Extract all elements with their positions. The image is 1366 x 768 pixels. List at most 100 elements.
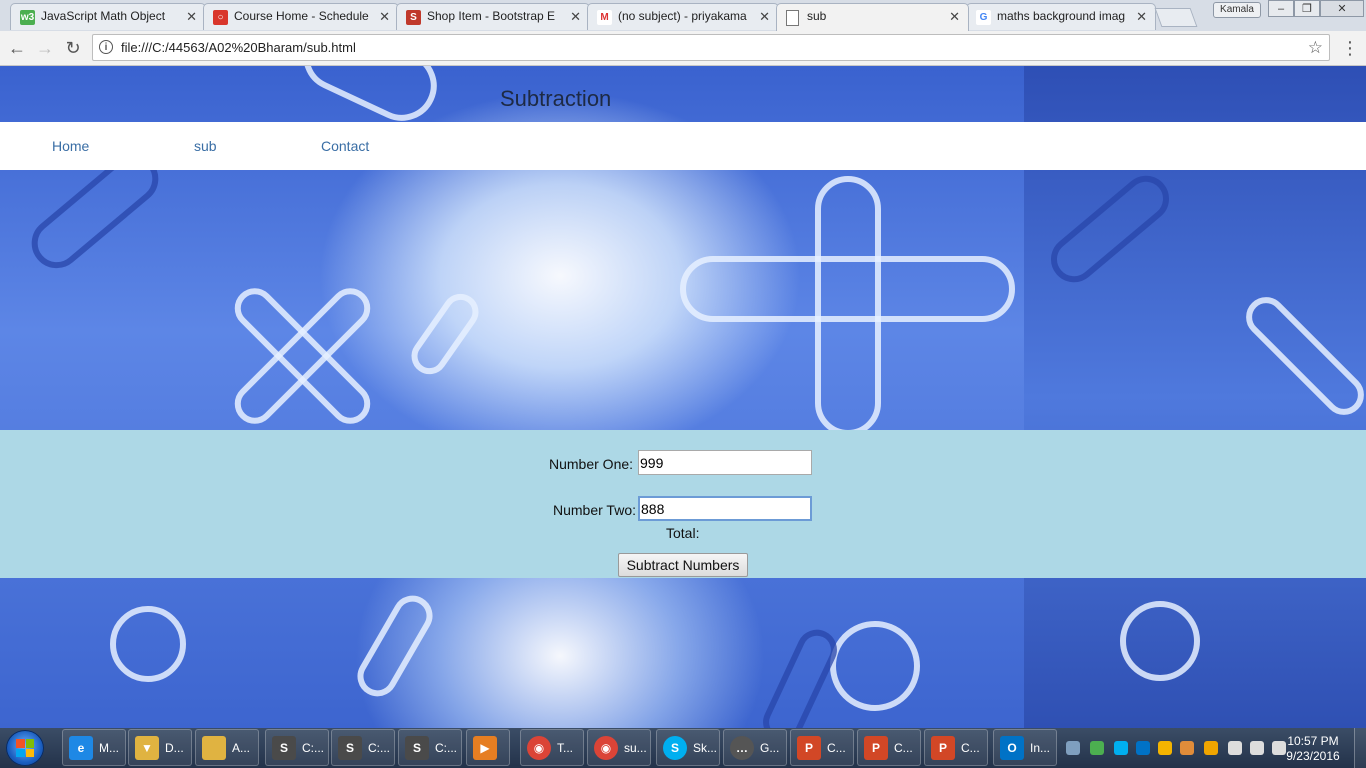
taskbar-item[interactable]: S Sk... bbox=[656, 729, 720, 766]
taskbar-item[interactable]: A... bbox=[195, 729, 259, 766]
bootstrap-s-icon: S bbox=[406, 10, 421, 25]
taskbar-item[interactable]: P C... bbox=[790, 729, 854, 766]
subtract-numbers-button[interactable]: Subtract Numbers bbox=[618, 553, 748, 577]
tab-4[interactable]: sub ✕ bbox=[776, 3, 969, 31]
page-title: Subtraction bbox=[500, 86, 612, 111]
number-one-input[interactable] bbox=[638, 450, 812, 475]
bookmark-star-icon[interactable]: ☆ bbox=[1308, 35, 1323, 60]
tab-3[interactable]: M (no subject) - priyakama ✕ bbox=[587, 3, 779, 30]
taskbar-item-label: su... bbox=[624, 741, 647, 755]
minimize-icon[interactable]: ‒ bbox=[1268, 0, 1294, 17]
sublime-icon: S bbox=[405, 736, 429, 760]
back-icon[interactable]: ← bbox=[5, 36, 29, 60]
page-header: Subtraction bbox=[0, 66, 1366, 122]
taskbar-item[interactable]: ▶ bbox=[466, 729, 510, 766]
tab-0[interactable]: w3 JavaScript Math Object ✕ bbox=[10, 3, 206, 30]
outlook-icon: O bbox=[1000, 736, 1024, 760]
media-player-icon: ▶ bbox=[473, 736, 497, 760]
close-window-icon[interactable]: ✕ bbox=[1320, 0, 1364, 17]
tab-5[interactable]: Gmaths background imag ✕ bbox=[966, 3, 1156, 30]
profile-badge[interactable]: Kamala bbox=[1213, 2, 1261, 18]
background-shape bbox=[1120, 601, 1200, 681]
chrome-icon: ◉ bbox=[527, 736, 551, 760]
folder-download-icon: ▼ bbox=[135, 736, 159, 760]
close-tab-icon[interactable]: ✕ bbox=[379, 4, 390, 29]
tab-title: sub bbox=[807, 9, 827, 23]
page-icon bbox=[786, 10, 799, 26]
close-tab-icon[interactable]: ✕ bbox=[759, 4, 770, 29]
clock[interactable]: 10:57 PM 9/23/2016 bbox=[1278, 734, 1348, 764]
sublime-icon: S bbox=[272, 736, 296, 760]
battery-tray-icon[interactable] bbox=[1228, 741, 1242, 755]
clock-time: 10:57 PM bbox=[1287, 734, 1339, 748]
tab-title: Course Home - Schedule bbox=[234, 9, 369, 23]
tab-1[interactable]: ○ Course Home - Schedule ✕ bbox=[203, 3, 399, 30]
signal-tray-icon[interactable] bbox=[1250, 741, 1264, 755]
number-one-label: Number One: bbox=[549, 456, 634, 472]
tab-title: JavaScript Math Object bbox=[41, 9, 166, 23]
windows-logo-icon bbox=[16, 739, 34, 757]
new-tab-button[interactable] bbox=[1154, 8, 1198, 27]
restore-icon[interactable]: ❐ bbox=[1294, 0, 1320, 17]
tab-title: maths background imag bbox=[997, 9, 1126, 23]
google-icon: G bbox=[976, 10, 991, 25]
cloud-tray-icon[interactable] bbox=[1180, 741, 1194, 755]
taskbar-item[interactable]: e M... bbox=[62, 729, 126, 766]
taskbar-item[interactable]: ▼ D... bbox=[128, 729, 192, 766]
nav-link-sub[interactable]: sub bbox=[194, 138, 217, 154]
taskbar-item[interactable]: S C:... bbox=[331, 729, 395, 766]
reload-icon[interactable]: ↻ bbox=[61, 36, 85, 60]
network-tray-icon[interactable] bbox=[1066, 741, 1080, 755]
taskbar-item-label: A... bbox=[232, 741, 251, 755]
taskbar-item[interactable]: O In... bbox=[993, 729, 1057, 766]
nav-link-contact[interactable]: Contact bbox=[321, 138, 369, 154]
taskbar-item-label: G... bbox=[760, 741, 780, 755]
show-desktop-button[interactable] bbox=[1354, 728, 1366, 768]
subtraction-form: Number One: Number Two: Total: Subtract … bbox=[0, 430, 1366, 578]
forward-icon[interactable]: → bbox=[33, 36, 57, 60]
taskbar-item-label: T... bbox=[557, 741, 574, 755]
number-two-input[interactable] bbox=[638, 496, 812, 521]
close-tab-icon[interactable]: ✕ bbox=[1136, 4, 1147, 29]
skype-tray-icon[interactable] bbox=[1114, 741, 1128, 755]
taskbar-item-label: C:... bbox=[435, 741, 458, 755]
powerpoint-icon: P bbox=[797, 736, 821, 760]
outlook-tray-icon[interactable] bbox=[1136, 741, 1150, 755]
taskbar-item[interactable]: … G... bbox=[723, 729, 787, 766]
sync-tray-icon[interactable] bbox=[1090, 741, 1104, 755]
site-nav: Home sub Contact bbox=[0, 122, 1366, 170]
taskbar-item-label: M... bbox=[99, 741, 119, 755]
close-tab-icon[interactable]: ✕ bbox=[186, 4, 197, 29]
taskbar-item-label: D... bbox=[165, 741, 184, 755]
taskbar-item[interactable]: ◉ T... bbox=[520, 729, 584, 766]
address-bar[interactable]: i file:///C:/44563/A02%20Bharam/sub.html… bbox=[92, 34, 1330, 61]
tab-2[interactable]: S Shop Item - Bootstrap E ✕ bbox=[396, 3, 590, 30]
close-tab-icon[interactable]: ✕ bbox=[570, 4, 581, 29]
taskbar-item-label: Sk... bbox=[693, 741, 718, 755]
taskbar-item[interactable]: P C... bbox=[924, 729, 988, 766]
taskbar-item[interactable]: S C:... bbox=[265, 729, 329, 766]
start-button[interactable] bbox=[6, 730, 44, 766]
skype-icon: S bbox=[663, 736, 687, 760]
taskbar-item[interactable]: P C... bbox=[857, 729, 921, 766]
taskbar-item-label: C:... bbox=[368, 741, 391, 755]
background-shape bbox=[815, 176, 881, 436]
chrome-icon: ◉ bbox=[594, 736, 618, 760]
background-shape bbox=[350, 588, 440, 704]
total-label: Total: bbox=[666, 525, 700, 541]
url-text: file:///C:/44563/A02%20Bharam/sub.html bbox=[121, 40, 356, 55]
info-icon[interactable]: i bbox=[99, 40, 113, 54]
menu-icon[interactable]: ⋮ bbox=[1341, 37, 1359, 59]
taskbar-item[interactable]: S C:... bbox=[398, 729, 462, 766]
ie-icon: e bbox=[69, 736, 93, 760]
taskbar-item-label: C... bbox=[961, 741, 980, 755]
background-shape bbox=[404, 286, 486, 382]
drive-tray-icon[interactable] bbox=[1158, 741, 1172, 755]
nav-link-home[interactable]: Home bbox=[52, 138, 89, 154]
shield-tray-icon[interactable] bbox=[1204, 741, 1218, 755]
tab-title: (no subject) - priyakama bbox=[618, 9, 747, 23]
close-tab-icon[interactable]: ✕ bbox=[949, 4, 960, 29]
folder-icon bbox=[202, 736, 226, 760]
taskbar-item[interactable]: ◉ su... bbox=[587, 729, 651, 766]
taskbar-item-label: C... bbox=[894, 741, 913, 755]
